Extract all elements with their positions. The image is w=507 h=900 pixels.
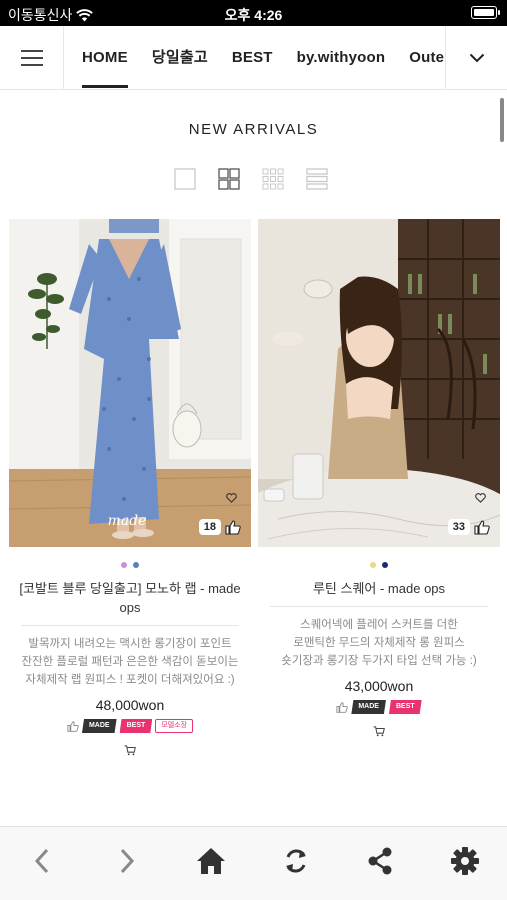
top-navigation: HOME 당일출고 BEST by.withyoon Outer: [0, 25, 507, 90]
divider: [21, 625, 239, 626]
add-to-cart-button[interactable]: [9, 745, 251, 756]
tab-home[interactable]: HOME: [82, 26, 128, 90]
description-line: 잔잔한 플로럴 패턴과 은은한 색감이 돋보이는: [21, 656, 239, 668]
model-badge: 모델소장: [155, 719, 194, 733]
color-swatch: [382, 562, 388, 568]
product-price: 48,000won: [95, 697, 165, 713]
product-card[interactable]: made 18 [코발트 블루 당일출고] 모노하 랩 - made ops 발…: [9, 219, 251, 756]
product-photo-model: [258, 219, 500, 547]
clock: 오후 4:26: [224, 7, 283, 23]
best-badge: BEST: [119, 719, 153, 733]
status-bar: 이동통신사 오후 4:26: [0, 0, 507, 26]
best-badge: BEST: [388, 700, 422, 714]
color-swatch: [133, 562, 139, 568]
description-line: 자체제작 랩 원피스 ! 포켓이 더해져있어요 :): [25, 674, 235, 686]
section-title: NEW ARRIVALS: [188, 121, 319, 138]
share-button[interactable]: [360, 841, 400, 881]
made-badge: MADE: [81, 719, 117, 733]
hamburger-line: [20, 63, 43, 66]
product-photo[interactable]: made 18: [9, 219, 251, 547]
grid-3-view-icon[interactable]: [262, 168, 284, 190]
list-view-icon[interactable]: [306, 168, 328, 190]
single-view-icon[interactable]: [174, 168, 196, 190]
hamburger-line: [20, 49, 43, 52]
refresh-button[interactable]: [276, 841, 316, 881]
description-line: 로맨틱한 무드의 자체제작 롱 원피스: [293, 637, 465, 649]
battery-icon: [471, 6, 500, 19]
expand-tabs-button[interactable]: [445, 25, 507, 90]
color-swatches: [9, 562, 251, 568]
description-line: 스퀘어넥에 플레어 스커트를 더한: [300, 619, 458, 631]
badge-row: MADE BEST 모델소장: [9, 719, 251, 733]
heart-icon[interactable]: [475, 493, 486, 503]
description-line: 숏기장과 롱기장 두가지 타입 선택 가능 :): [281, 655, 477, 667]
product-card[interactable]: 33 루틴 스퀘어 - made ops 스퀘어넥에 플레어 스커트를 더한 로…: [258, 219, 500, 737]
description-line: 발목까지 내려오는 맥시한 롱기장이 포인트: [28, 638, 232, 650]
grid-2-view-icon[interactable]: [218, 168, 240, 190]
menu-button[interactable]: [0, 25, 64, 90]
view-toggle-group: [174, 168, 328, 190]
product-name[interactable]: [코발트 블루 당일출고] 모노하 랩 - made ops: [9, 579, 251, 617]
color-swatch: [121, 562, 127, 568]
add-to-cart-button[interactable]: [258, 726, 500, 737]
share-icon: [368, 847, 392, 874]
brand-watermark: made: [108, 513, 147, 529]
color-swatches: [258, 562, 500, 568]
like-box[interactable]: 18: [198, 519, 241, 535]
forward-button[interactable]: [107, 841, 147, 881]
like-count: 18: [198, 519, 221, 535]
tab-best[interactable]: BEST: [232, 26, 273, 90]
product-name[interactable]: 루틴 스퀘어 - made ops: [258, 579, 500, 598]
product-photo[interactable]: 33: [258, 219, 500, 547]
like-box[interactable]: 33: [447, 519, 490, 535]
back-button[interactable]: [22, 841, 62, 881]
color-swatch: [370, 562, 376, 568]
home-icon: [197, 847, 226, 874]
hamburger-line: [20, 56, 43, 59]
product-photo-dress: made: [9, 219, 251, 547]
like-count: 33: [447, 519, 470, 535]
settings-icon: [450, 846, 479, 875]
thumbs-up-small-icon: [67, 720, 79, 732]
tab-outer[interactable]: Outer: [409, 26, 445, 90]
settings-button[interactable]: [445, 841, 485, 881]
category-tabs: HOME 당일출고 BEST by.withyoon Outer: [64, 26, 445, 90]
made-badge: MADE: [351, 700, 386, 714]
bottom-toolbar: [0, 826, 507, 900]
product-description: 스퀘어넥에 플레어 스커트를 더한 로맨틱한 무드의 자체제작 롱 원피스 숏기…: [258, 616, 500, 670]
divider: [270, 606, 488, 607]
badge-row: MADE BEST: [258, 700, 500, 714]
forward-icon: [120, 848, 134, 873]
thumbs-up-small-icon: [336, 701, 349, 713]
product-price: 43,000won: [344, 678, 414, 694]
tab-by-withyoon[interactable]: by.withyoon: [297, 26, 386, 90]
thumbs-up-icon: [225, 519, 241, 535]
home-button[interactable]: [191, 841, 231, 881]
cart-icon: [373, 726, 385, 737]
heart-icon[interactable]: [226, 493, 237, 503]
tab-same-day[interactable]: 당일출고: [152, 26, 208, 90]
thumbs-up-icon: [474, 519, 490, 535]
product-description: 발목까지 내려오는 맥시한 롱기장이 포인트 잔잔한 플로럴 패턴과 은은한 색…: [9, 635, 251, 689]
cart-icon: [124, 745, 136, 756]
chevron-down-icon: [469, 53, 484, 62]
refresh-icon: [285, 849, 306, 872]
back-icon: [35, 848, 49, 873]
